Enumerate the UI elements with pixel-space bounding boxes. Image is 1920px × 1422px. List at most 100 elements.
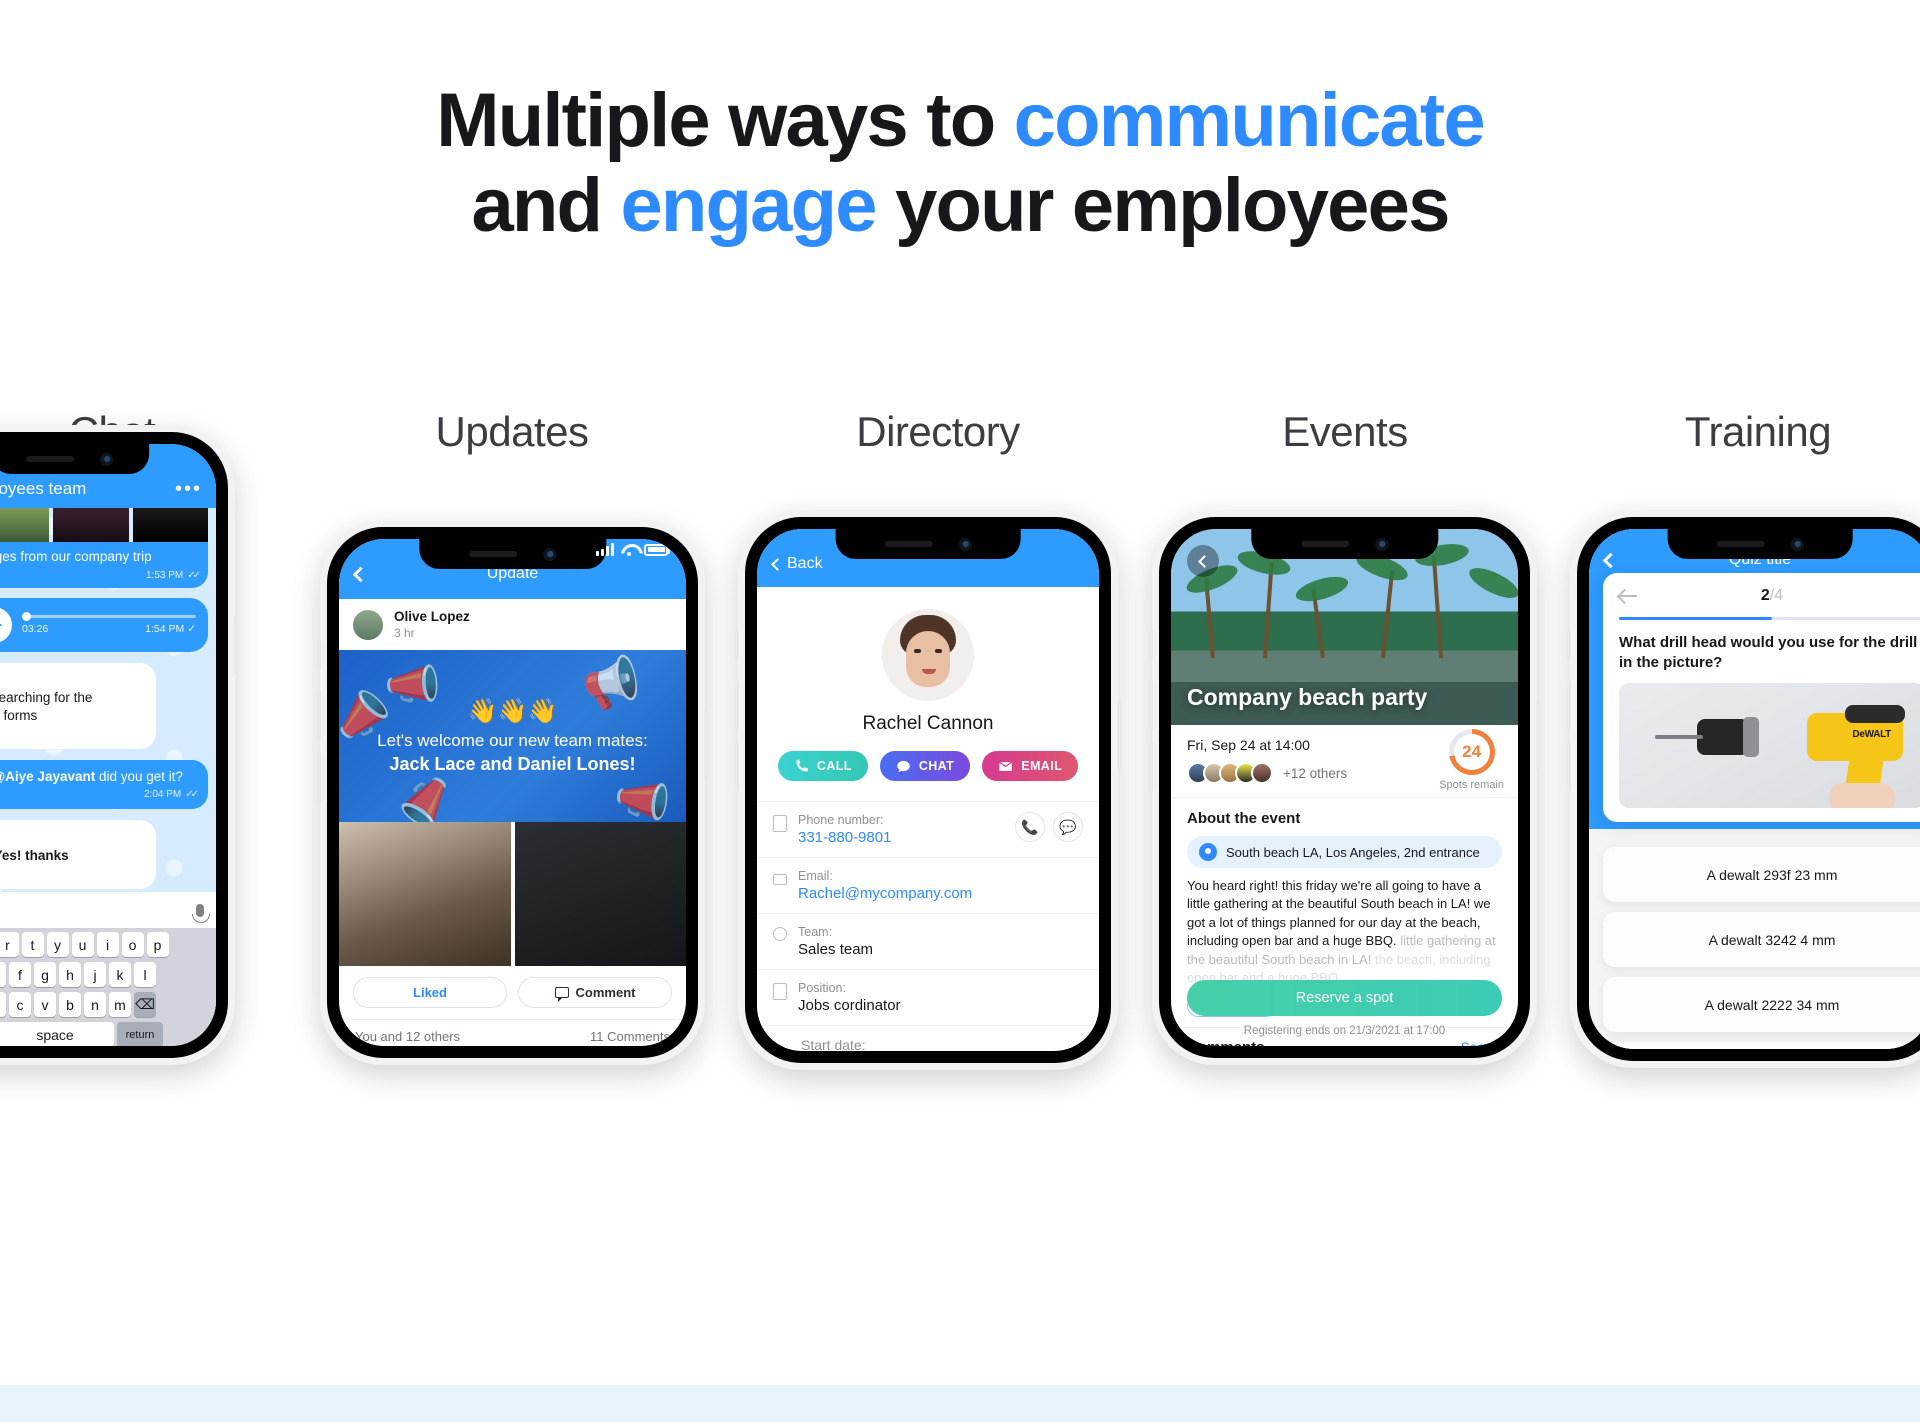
keyboard-row-4: space return (0, 1022, 214, 1046)
comment-icon (554, 987, 569, 1002)
volume-down-button[interactable] (1567, 742, 1571, 792)
quiz-card-top: 2/4 (1619, 585, 1920, 607)
comment-button[interactable]: Comment (518, 977, 672, 1008)
on-screen-keyboard[interactable]: e r t y u i o p d f g h j k l (0, 928, 216, 1046)
microphone-icon[interactable] (192, 903, 210, 923)
answer-option-3[interactable]: A dewalt 2222 34 mm (1603, 977, 1920, 1032)
mute-switch[interactable] (1149, 630, 1153, 660)
mute-switch[interactable] (317, 640, 321, 670)
chat-message-list[interactable]: ere are the images from our company trip… (0, 508, 216, 892)
attendee-avatars[interactable] (1187, 762, 1273, 784)
training-screen: Quiz title 2/4 What drill head would you… (1589, 529, 1920, 1049)
volume-up-button[interactable] (1149, 680, 1153, 730)
answer-option-1[interactable]: A dewalt 293f 23 mm (1603, 847, 1920, 902)
avatar[interactable] (353, 609, 383, 640)
quiz-answers: A dewalt 293f 23 mm A dewalt 3242 4 mm A… (1603, 847, 1920, 1049)
voice-progress[interactable]: 03:26 1:54 PM ✓ (22, 611, 196, 635)
quick-call-icon[interactable]: 📞 (1015, 812, 1045, 842)
power-button[interactable] (1536, 700, 1540, 770)
event-location[interactable]: South beach LA, Los Angeles, 2nd entranc… (1187, 836, 1502, 868)
key-space[interactable]: space (0, 1022, 114, 1046)
like-button[interactable]: Liked (353, 977, 507, 1008)
back-button[interactable]: Back (771, 555, 823, 573)
mute-switch[interactable] (1567, 630, 1571, 660)
chat-button[interactable]: CHAT (879, 751, 971, 781)
tab-updates[interactable]: Updates (436, 408, 589, 456)
mute-switch[interactable] (735, 630, 739, 660)
call-button[interactable]: CALL (777, 751, 868, 781)
field-label: Phone number: (798, 813, 884, 827)
post-actions: Liked Comment (339, 966, 686, 1019)
voice-time-wrap: 1:54 PM ✓ (145, 623, 196, 635)
key-t[interactable]: t (21, 932, 44, 957)
key-v[interactable]: v (34, 992, 56, 1017)
chat-bubble-text-3: Aiye Jayavant Yes! thanks (0, 847, 144, 865)
key-h[interactable]: h (59, 962, 81, 987)
answer-option-4[interactable]: it can't be replaced (1603, 1042, 1920, 1049)
key-b[interactable]: b (59, 992, 81, 1017)
key-return[interactable]: return (117, 1022, 163, 1046)
field-position: Position: Jobs cordinator (757, 969, 1099, 1025)
key-x[interactable]: x (0, 992, 6, 1017)
tab-events[interactable]: Events (1282, 408, 1408, 456)
key-r[interactable]: r (0, 932, 19, 957)
power-button[interactable] (234, 615, 238, 675)
key-c[interactable]: c (9, 992, 31, 1017)
key-y[interactable]: y (46, 932, 69, 957)
envelope-field-icon (773, 874, 787, 885)
voice-progress-bar[interactable] (22, 611, 196, 621)
play-icon[interactable] (0, 606, 12, 643)
tab-directory[interactable]: Directory (856, 408, 1020, 456)
key-i[interactable]: i (96, 932, 119, 957)
comments-count[interactable]: 11 Comments (590, 1029, 670, 1044)
field-value[interactable]: 331-880-9801 (798, 829, 891, 846)
tab-training[interactable]: Training (1685, 408, 1832, 456)
voice-message[interactable]: 03:26 1:54 PM ✓ (0, 597, 208, 652)
reserve-spot-button[interactable]: Reserve a spot (1187, 980, 1502, 1016)
chat-input-bar[interactable]: ssage (0, 892, 216, 928)
chat-mention[interactable]: @Aiye Jayavant (0, 769, 95, 784)
key-d[interactable]: d (0, 962, 6, 987)
back-button[interactable] (1187, 545, 1219, 577)
field-value[interactable]: Rachel@mycompany.com (798, 885, 972, 902)
answer-option-2[interactable]: A dewalt 3242 4 mm (1603, 912, 1920, 967)
key-k[interactable]: k (109, 962, 131, 987)
voice-meta: 03:26 1:54 PM ✓ (22, 623, 196, 635)
post-photo-1[interactable] (339, 822, 511, 966)
more-options-icon[interactable]: ••• (175, 479, 202, 499)
chat-bubble-outgoing: ere are the images from our company trip… (0, 542, 208, 588)
key-o[interactable]: o (121, 932, 144, 957)
chat-bubble-outgoing-2: @Aiye Jayavant did you get it? 2:04 PM ✓✓ (0, 759, 208, 810)
volume-up-button[interactable] (317, 690, 321, 740)
post-photos[interactable] (339, 822, 686, 966)
power-button[interactable] (704, 710, 708, 780)
headline-line-1: Multiple ways to communicate (436, 78, 1485, 163)
key-n[interactable]: n (84, 992, 106, 1017)
attendees-more[interactable]: +12 others (1283, 766, 1347, 781)
likes-count[interactable]: You and 12 others (355, 1029, 460, 1044)
headline-text-plain: Multiple ways to (436, 78, 1014, 163)
quick-chat-icon[interactable]: 💬 (1053, 812, 1083, 842)
key-m[interactable]: m (109, 992, 131, 1017)
power-button[interactable] (1117, 700, 1121, 770)
chat-bubble-text: s all good! i'm searching for the w unif… (0, 690, 93, 723)
volume-down-button[interactable] (1149, 742, 1153, 792)
volume-down-button[interactable] (317, 752, 321, 802)
key-u[interactable]: u (71, 932, 94, 957)
see-all-link[interactable]: See all (1461, 1040, 1502, 1046)
volume-up-button[interactable] (1567, 680, 1571, 730)
email-button[interactable]: EMAIL (982, 751, 1079, 781)
chat-text: did you get it? (95, 768, 184, 784)
backspace-icon[interactable]: ⌫ (134, 992, 156, 1017)
key-j[interactable]: j (84, 962, 106, 987)
key-g[interactable]: g (34, 962, 56, 987)
key-f[interactable]: f (9, 962, 31, 987)
image-message[interactable]: ere are the images from our company trip… (0, 508, 208, 588)
volume-down-button[interactable] (735, 742, 739, 792)
phone-bezel: Quiz title 2/4 What drill head would you… (1577, 517, 1920, 1061)
volume-up-button[interactable] (735, 680, 739, 730)
key-p[interactable]: p (146, 932, 169, 957)
post-photo-2[interactable] (514, 822, 686, 966)
chat-bubble-text-2: @Aiye Jayavant did you get it? (0, 768, 196, 786)
key-l[interactable]: l (134, 962, 156, 987)
